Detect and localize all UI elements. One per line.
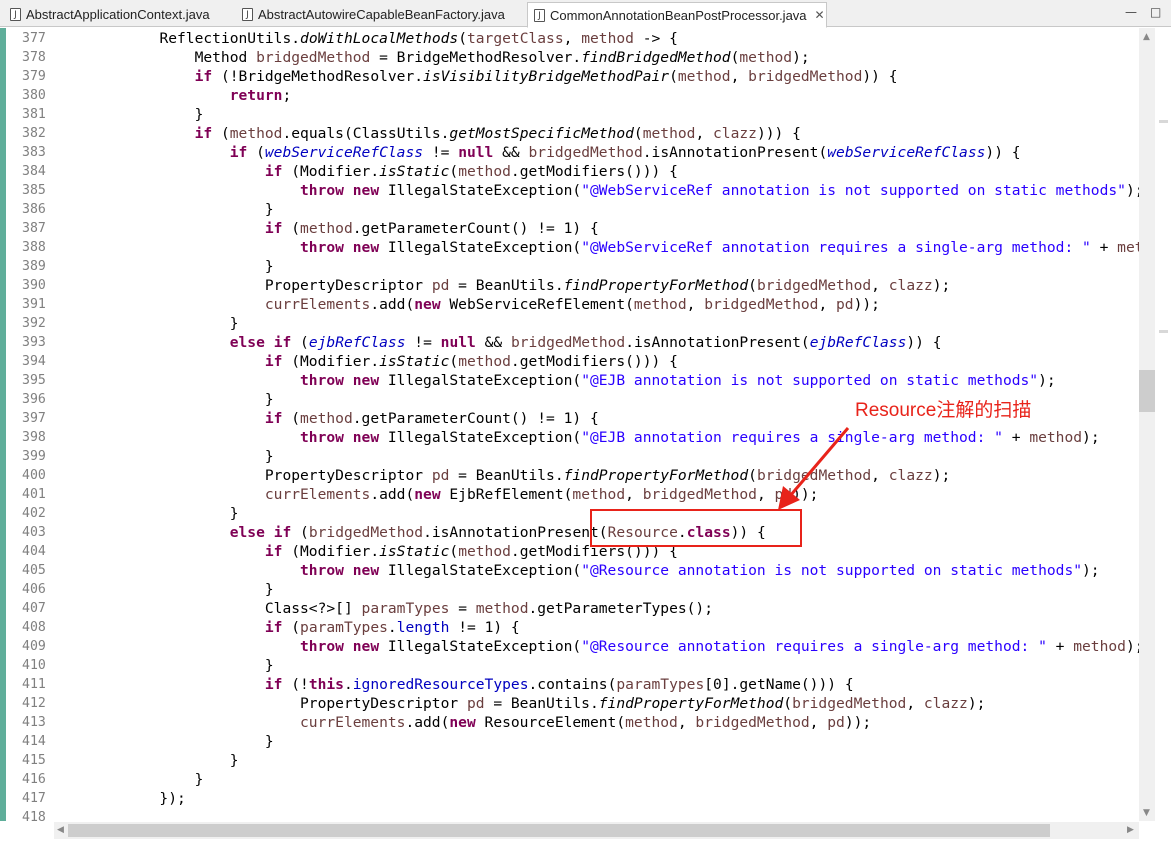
annotation-label: Resource注解的扫描 [855, 400, 1032, 421]
